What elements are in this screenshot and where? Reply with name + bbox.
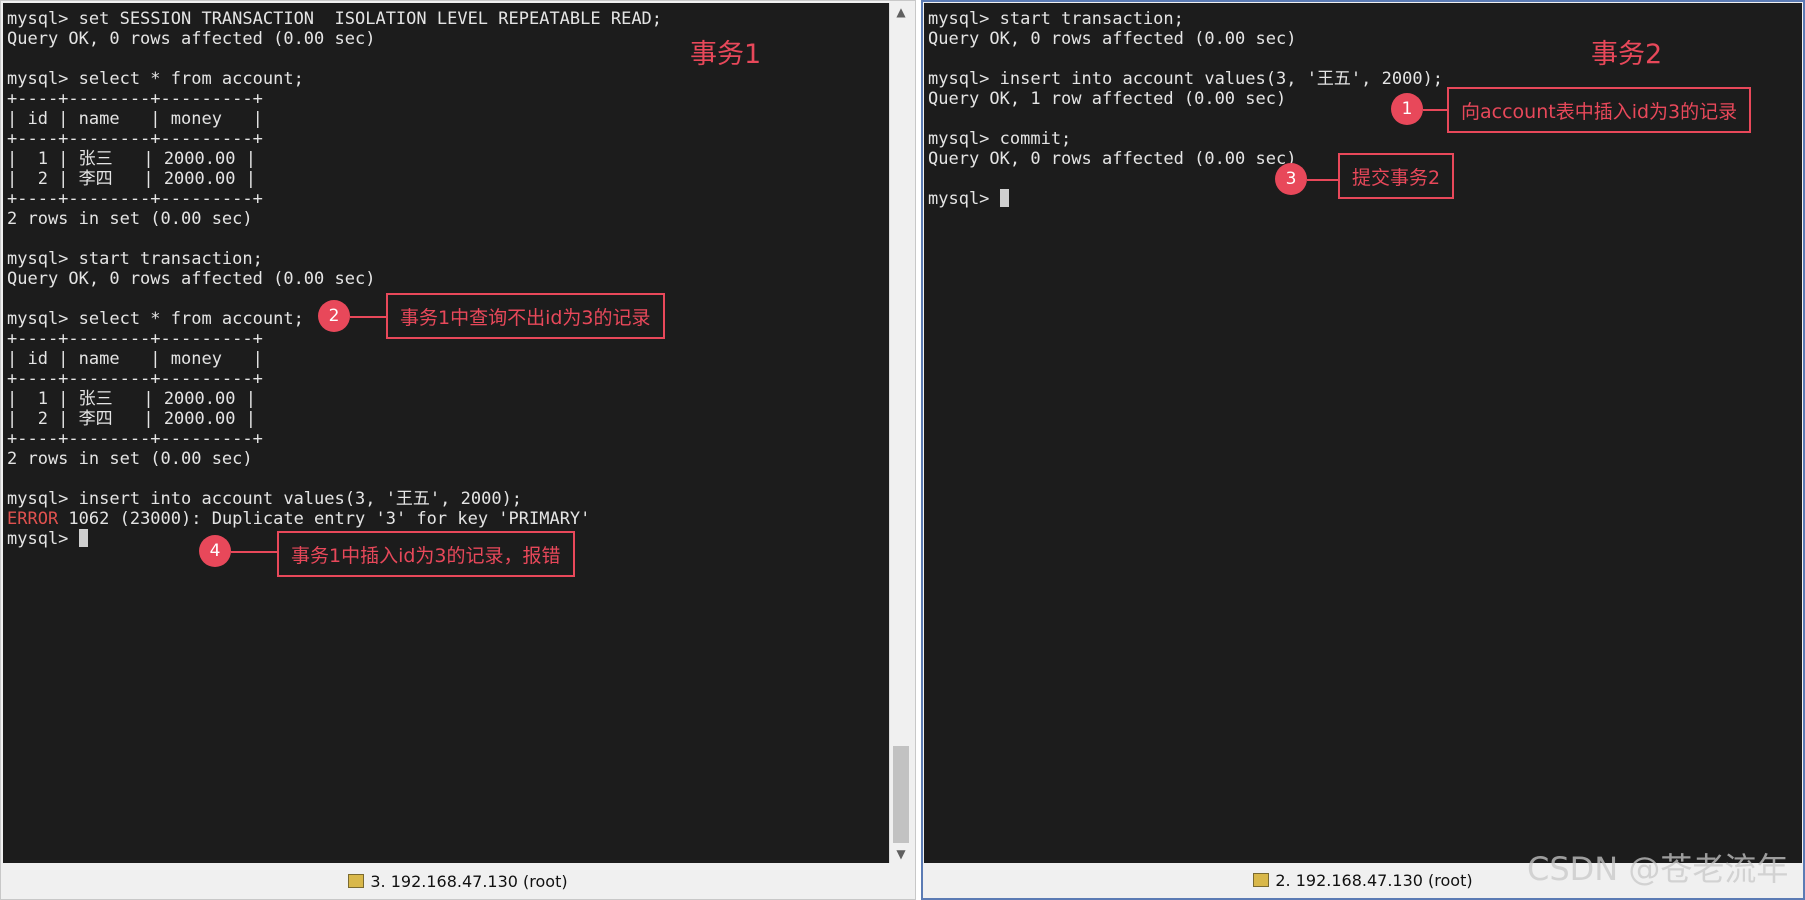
terminal-line: Query OK, 1 row affected (0.00 sec) (928, 89, 1287, 109)
terminal-line: mysql> select * from account; (7, 69, 304, 89)
terminal-line: 2 rows in set (0.00 sec) (7, 209, 253, 229)
terminal-icon (348, 874, 365, 888)
terminal-output-left: mysql> set SESSION TRANSACTION ISOLATION… (7, 9, 662, 549)
terminal-line: mysql> insert into account values(3, '王五… (928, 69, 1444, 89)
terminal-line: Query OK, 0 rows affected (0.00 sec) (7, 29, 376, 49)
terminal-error-line: ERROR 1062 (23000): Duplicate entry '3' … (7, 509, 662, 529)
chevron-up-icon[interactable]: ▲ (890, 3, 912, 21)
annotation-connector-3 (1307, 179, 1339, 181)
terminal-line: mysql> set SESSION TRANSACTION ISOLATION… (7, 9, 663, 29)
terminal-line: +----+--------+---------+ (7, 429, 263, 449)
session-label-right: 2. 192.168.47.130 (root) (1275, 871, 1473, 890)
pane-title-tx1: 事务1 (690, 39, 762, 70)
terminal-line: | 1 | 张三 | 2000.00 | (7, 149, 256, 169)
terminal-line: | 2 | 李四 | 2000.00 | (7, 169, 256, 189)
terminal-line: +----+--------+---------+ (7, 189, 263, 209)
terminal-line: | 1 | 张三 | 2000.00 | (7, 389, 256, 409)
terminal-line: +----+--------+---------+ (7, 89, 263, 109)
session-label-left: 3. 192.168.47.130 (root) (370, 872, 568, 891)
annotation-callout-1: 向account表中插入id为3的记录 (1447, 87, 1752, 133)
terminal-line: +----+--------+---------+ (7, 129, 263, 149)
chevron-down-icon[interactable]: ▼ (890, 845, 912, 863)
terminal-line: mysql> start transaction; (7, 249, 263, 269)
error-message: 1062 (23000): Duplicate entry '3' for ke… (58, 509, 591, 529)
terminal-line: | id | name | money | (7, 349, 263, 369)
annotation-badge-2: 2 (318, 300, 350, 332)
pane-title-tx2: 事务2 (1591, 39, 1663, 70)
prompt-text: mysql> (928, 189, 1000, 209)
terminal-line: Query OK, 0 rows affected (0.00 sec) (7, 269, 376, 289)
cursor-block (78, 529, 88, 547)
cursor-block (999, 189, 1009, 207)
annotation-callout-3: 提交事务2 (1338, 153, 1455, 199)
prompt-text: mysql> (7, 529, 79, 549)
status-bar-left: 3. 192.168.47.130 (root) (1, 865, 915, 899)
annotation-badge-4: 4 (199, 535, 231, 567)
terminal-line: mysql> start transaction; (928, 9, 1184, 29)
annotation-badge-1: 1 (1391, 93, 1423, 125)
terminal-line: | 2 | 李四 | 2000.00 | (7, 409, 256, 429)
terminal-icon (1253, 873, 1270, 887)
annotation-callout-4: 事务1中插入id为3的记录，报错 (277, 531, 575, 577)
scroll-thumb[interactable] (893, 746, 909, 843)
terminal-line: | id | name | money | (7, 109, 263, 129)
watermark: CSDN @苍老流年 (1527, 850, 1789, 888)
annotation-connector-2 (350, 316, 387, 318)
terminal-line: mysql> insert into account values(3, '王五… (7, 489, 523, 509)
terminal-line: Query OK, 0 rows affected (0.00 sec) (928, 29, 1297, 49)
annotation-connector-4 (231, 551, 278, 553)
annotation-badge-3: 3 (1275, 163, 1307, 195)
terminal-window-right: mysql> start transaction; Query OK, 0 row… (921, 0, 1805, 900)
terminal-screen-left[interactable]: mysql> set SESSION TRANSACTION ISOLATION… (3, 3, 889, 863)
scrollbar-left[interactable]: ▲ ▼ (889, 3, 912, 863)
annotation-callout-2: 事务1中查询不出id为3的记录 (386, 293, 665, 339)
annotation-connector-1 (1423, 109, 1448, 111)
terminal-line: +----+--------+---------+ (7, 369, 263, 389)
terminal-line: mysql> commit; (928, 129, 1072, 149)
error-keyword: ERROR (7, 509, 59, 529)
terminal-window-left: mysql> set SESSION TRANSACTION ISOLATION… (0, 0, 916, 900)
terminal-line: 2 rows in set (0.00 sec) (7, 449, 253, 469)
